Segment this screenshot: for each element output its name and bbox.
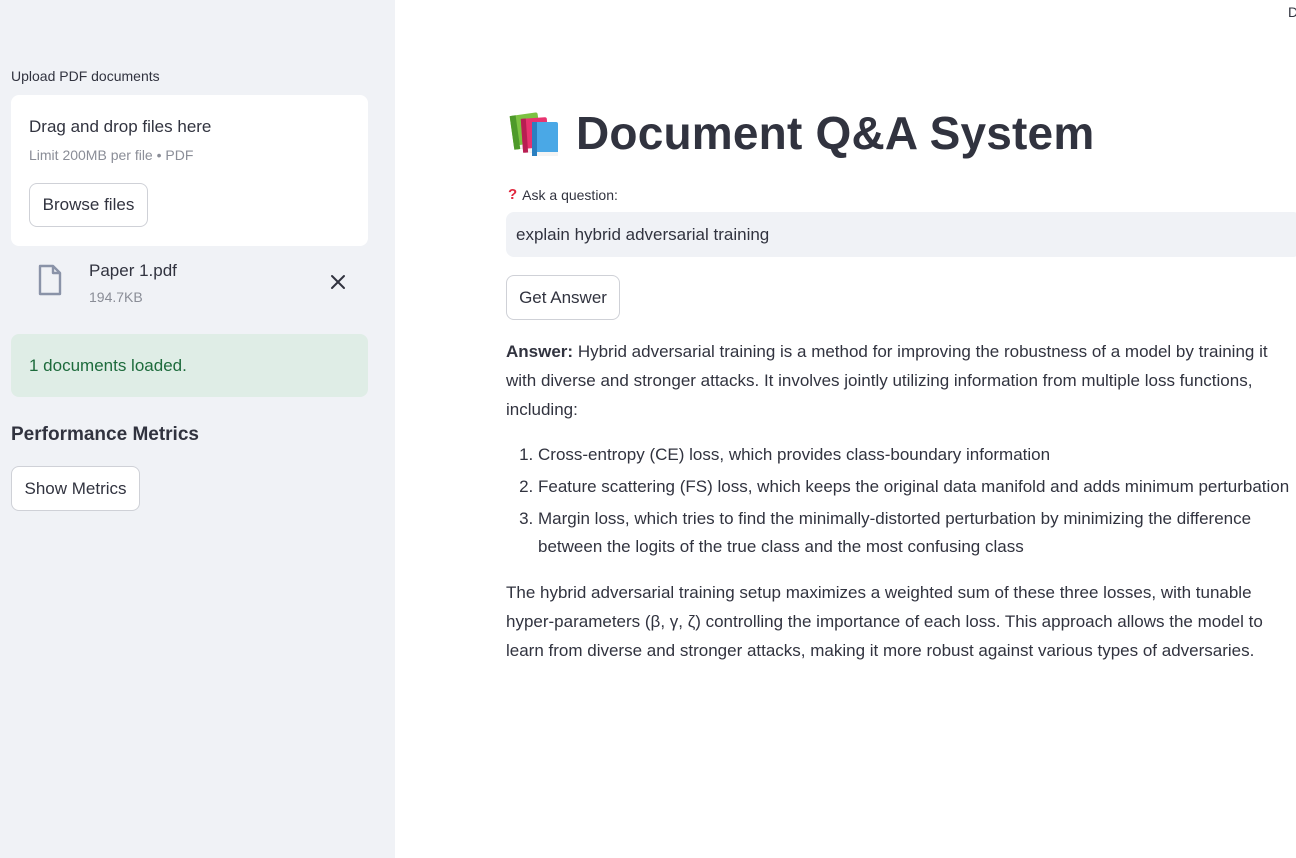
close-icon[interactable] bbox=[326, 270, 350, 294]
answer-intro: Answer: Hybrid adversarial training is a… bbox=[506, 337, 1291, 424]
question-label-text: Ask a question: bbox=[522, 186, 618, 203]
question-input[interactable] bbox=[506, 212, 1296, 257]
metrics-heading: Performance Metrics bbox=[11, 424, 199, 445]
answer-conclusion: The hybrid adversarial training setup ma… bbox=[506, 583, 1263, 660]
status-text: 1 documents loaded. bbox=[29, 355, 187, 375]
uploaded-file-item: Paper 1.pdf 194.7KB bbox=[11, 254, 368, 312]
answer-intro-text: Hybrid adversarial training is a method … bbox=[506, 342, 1268, 419]
list-item: Margin loss, which tries to find the min… bbox=[538, 505, 1291, 561]
books-icon bbox=[506, 108, 560, 158]
get-answer-button[interactable]: Get Answer bbox=[506, 275, 620, 320]
browse-files-button[interactable]: Browse files bbox=[29, 183, 148, 227]
list-item: Feature scattering (FS) loss, which keep… bbox=[538, 473, 1291, 501]
title-row: Document Q&A System bbox=[506, 106, 1094, 160]
file-name: Paper 1.pdf bbox=[89, 261, 177, 280]
upload-label: Upload PDF documents bbox=[11, 68, 160, 84]
dropzone-limit-text: Limit 200MB per file • PDF bbox=[29, 147, 194, 163]
main-content: D Document Q&A System ? Ask a question: … bbox=[395, 0, 1296, 858]
file-icon bbox=[36, 264, 64, 296]
show-metrics-button[interactable]: Show Metrics bbox=[11, 466, 140, 511]
corner-text: D bbox=[1288, 4, 1296, 20]
list-item: Cross-entropy (CE) loss, which provides … bbox=[538, 441, 1291, 469]
status-success-alert: 1 documents loaded. bbox=[11, 334, 368, 397]
question-mark-icon: ? bbox=[508, 186, 518, 203]
file-size: 194.7KB bbox=[89, 289, 143, 305]
question-label: ? Ask a question: bbox=[508, 186, 618, 203]
file-dropzone[interactable]: Drag and drop files here Limit 200MB per… bbox=[11, 95, 368, 246]
dropzone-title: Drag and drop files here bbox=[29, 117, 212, 136]
answer-label: Answer: bbox=[506, 342, 574, 361]
app-window: Upload PDF documents Drag and drop files… bbox=[0, 0, 1296, 858]
loss-list: Cross-entropy (CE) loss, which provides … bbox=[506, 441, 1291, 561]
answer-block: Answer: Hybrid adversarial training is a… bbox=[506, 337, 1291, 665]
sidebar: Upload PDF documents Drag and drop files… bbox=[0, 0, 395, 858]
page-title: Document Q&A System bbox=[576, 107, 1095, 159]
